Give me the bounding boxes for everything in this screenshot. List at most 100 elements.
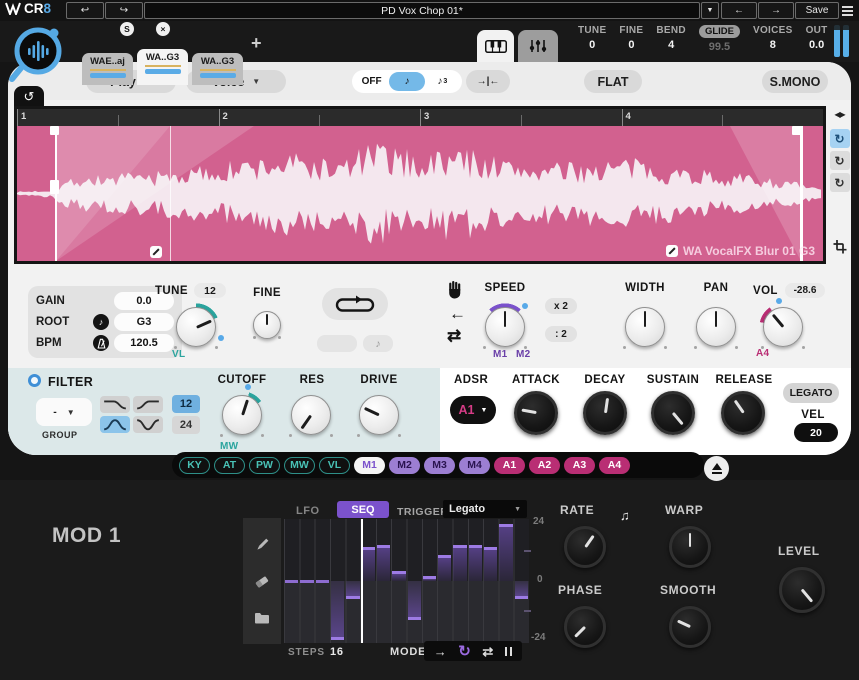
seq-step-15[interactable] [499, 524, 512, 581]
seq-playhead[interactable] [361, 519, 363, 643]
seq-tab[interactable]: SEQ [337, 501, 389, 518]
vel-value[interactable]: 20 [794, 423, 838, 442]
filter-type-bandpass-button[interactable] [100, 416, 130, 433]
vol-value[interactable]: -28.6 [785, 283, 825, 298]
seq-step-6[interactable] [362, 547, 375, 581]
filter-enable-toggle[interactable] [28, 374, 41, 387]
phase-knob[interactable] [559, 601, 611, 653]
mod-tab-vl[interactable]: VL [319, 457, 350, 474]
width-knob[interactable] [620, 302, 670, 352]
flat-button[interactable]: FLAT [584, 70, 642, 93]
seq-step-5[interactable] [346, 581, 359, 599]
speed-double-button[interactable]: x 2 [545, 298, 577, 314]
level-knob[interactable] [774, 562, 830, 618]
solo-badge[interactable]: S [119, 21, 135, 37]
seq-step-3[interactable] [316, 580, 329, 583]
loop-playback-button[interactable] [322, 288, 388, 320]
global-param-out[interactable]: OUT0.0 [806, 25, 828, 53]
global-param-voices[interactable]: VOICES8 [753, 25, 793, 53]
filter-group-dropdown[interactable]: -▼ [36, 398, 92, 426]
preset-dropdown-button[interactable]: ▼ [701, 2, 719, 19]
global-param-bend[interactable]: BEND4 [656, 25, 686, 53]
reverse-direction-icon[interactable]: ← [449, 304, 466, 324]
filter-type-highpass-button[interactable] [133, 396, 163, 413]
mode-loop-icon[interactable]: ↻ [458, 644, 471, 659]
start-marker-handle[interactable] [50, 180, 59, 194]
tune-value[interactable]: 12 [194, 283, 226, 298]
global-param-tune[interactable]: TUNE0 [578, 25, 606, 53]
mode-pingpong-icon[interactable]: ⇄ [482, 645, 493, 658]
step-sequencer-grid[interactable] [284, 519, 529, 643]
sampler-logo-icon[interactable] [7, 24, 67, 91]
root-value[interactable]: G3 [114, 313, 174, 331]
speed-half-button[interactable]: : 2 [545, 326, 577, 342]
warp-knob[interactable] [664, 521, 716, 573]
seq-step-12[interactable] [453, 545, 466, 581]
eraser-icon[interactable] [254, 574, 270, 590]
fine-knob[interactable] [250, 308, 284, 342]
prev-preset-button[interactable]: ← [721, 2, 757, 19]
vol-knob[interactable] [758, 302, 808, 352]
loop-sync-blank-button[interactable] [317, 335, 357, 352]
seq-step-9[interactable] [408, 581, 421, 620]
seq-step-2[interactable] [300, 580, 313, 583]
seq-step-10[interactable] [423, 576, 436, 581]
filter-slope-12-button[interactable]: 12 [172, 395, 200, 413]
alternate-direction-icon[interactable]: ⇄ [447, 326, 461, 346]
undo-button[interactable]: ↩ [66, 2, 104, 19]
sample-tab-2[interactable]: WA..G3 [137, 49, 188, 85]
smono-button[interactable]: S.MONO [762, 70, 828, 93]
sample-tab-3[interactable]: WA..G3 [192, 53, 243, 85]
bpm-value[interactable]: 120.5 [114, 334, 174, 352]
tune-knob[interactable] [171, 302, 221, 352]
mod-tab-m3[interactable]: M3 [424, 457, 455, 474]
attack-knob[interactable] [509, 386, 563, 440]
collapse-panel-button[interactable] [704, 456, 729, 481]
steps-value[interactable]: 16 [330, 646, 344, 658]
trigger-dropdown[interactable]: Legato▼ [443, 500, 527, 518]
loop-mode-1-button[interactable]: ↻ [830, 129, 850, 148]
sample-tab-1[interactable]: WAE..aj [82, 53, 133, 85]
start-marker-flag[interactable] [50, 126, 59, 135]
tab-mixer-view[interactable] [518, 30, 558, 62]
decay-knob[interactable] [578, 386, 632, 440]
seq-step-13[interactable] [469, 545, 482, 581]
mode-hold-icon[interactable] [505, 647, 513, 656]
loop-sync-note-button[interactable]: ♪ [363, 335, 393, 352]
adsr-env-dropdown[interactable]: A1 ▼ [450, 396, 496, 424]
smooth-knob[interactable] [664, 601, 716, 653]
lfo-tab[interactable]: LFO [296, 505, 320, 517]
loop-mode-3-button[interactable]: ↻ [830, 173, 850, 192]
res-knob[interactable] [286, 390, 336, 440]
global-param-fine[interactable]: FINE0 [619, 25, 643, 53]
fade-edit-icon[interactable] [150, 246, 162, 258]
trim-to-markers-button[interactable]: →|← [466, 70, 510, 93]
mod-tab-mw[interactable]: MW [284, 457, 315, 474]
loop-marker[interactable] [170, 126, 171, 261]
end-marker-flag[interactable] [792, 126, 801, 135]
mod-tab-ky[interactable]: KY [179, 457, 210, 474]
seq-step-8[interactable] [392, 571, 405, 581]
folder-icon[interactable] [254, 611, 270, 625]
mod-tab-pw[interactable]: PW [249, 457, 280, 474]
seq-step-7[interactable] [377, 545, 390, 581]
waveform-body[interactable]: WA VocalFX Blur 01 G3 [17, 126, 823, 261]
crop-icon[interactable] [833, 240, 847, 259]
timeline-ruler[interactable]: 1234 [17, 109, 823, 126]
mod-tab-a2[interactable]: A2 [529, 457, 560, 474]
close-badge[interactable]: × [155, 21, 171, 37]
h-zoom-icon[interactable]: ◀▶ [834, 110, 844, 119]
filter-slope-24-button[interactable]: 24 [172, 416, 200, 434]
tab-keyboard-view[interactable] [477, 30, 514, 62]
add-sample-tab-button[interactable]: + [251, 33, 262, 54]
filter-type-lowpass-button[interactable] [100, 396, 130, 413]
mode-forward-icon[interactable]: → [434, 645, 447, 658]
sync-note-button[interactable]: ♪ [389, 72, 424, 91]
sustain-knob[interactable] [646, 386, 700, 440]
seq-step-4[interactable] [331, 581, 344, 640]
drive-knob[interactable] [354, 390, 404, 440]
sync-triplet-button[interactable]: ♪3 [425, 72, 460, 91]
mod-tab-m2[interactable]: M2 [389, 457, 420, 474]
legato-button[interactable]: LEGATO [783, 383, 839, 403]
loop-mode-2-button[interactable]: ↻ [830, 151, 850, 170]
